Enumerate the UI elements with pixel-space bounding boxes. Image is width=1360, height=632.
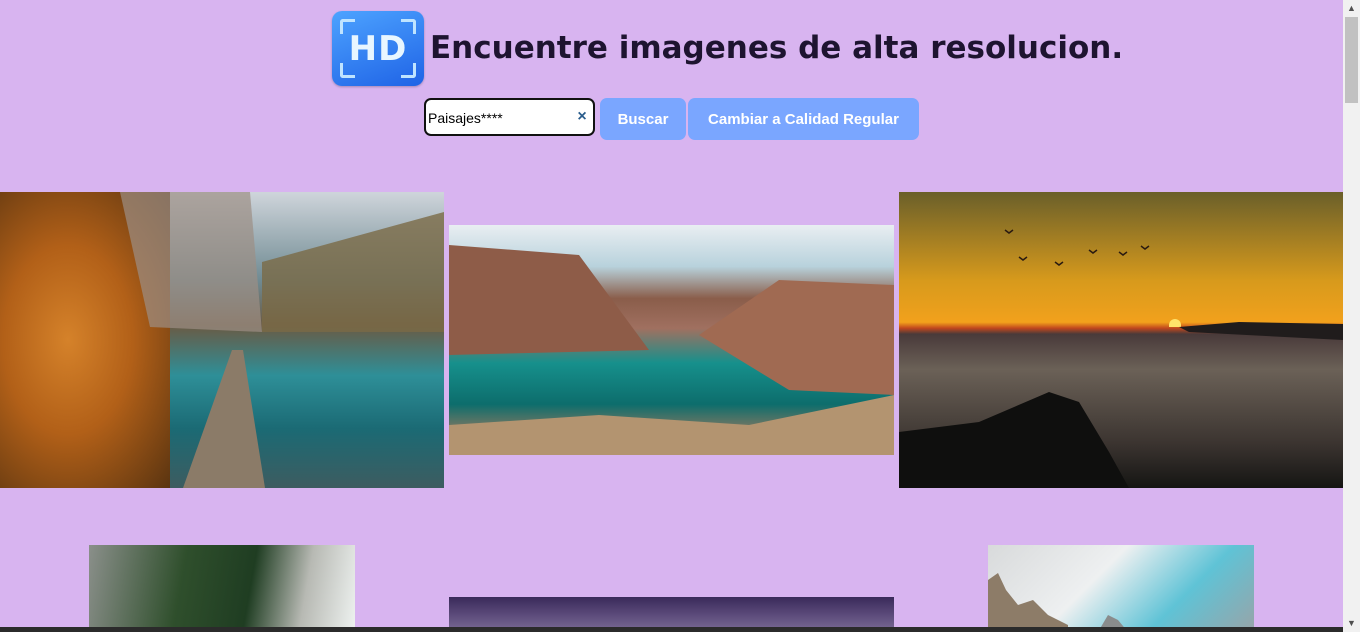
scroll-up-icon[interactable]: ▲ xyxy=(1343,0,1360,17)
headland xyxy=(1179,322,1343,340)
change-quality-button[interactable]: Cambiar a Calidad Regular xyxy=(688,98,919,140)
taskbar-strip xyxy=(0,627,1343,632)
logo-text: HD xyxy=(348,29,408,69)
fjord-turquoise-water-photo[interactable] xyxy=(449,225,894,455)
rocky-peaks-clouds-photo[interactable] xyxy=(988,545,1254,632)
fjord-drawing xyxy=(449,245,894,455)
mountain xyxy=(262,212,444,332)
peaks-drawing xyxy=(988,573,1128,632)
forest-waterfall-photo[interactable] xyxy=(89,545,355,632)
foreground-hill xyxy=(449,395,894,455)
search-button[interactable]: Buscar xyxy=(600,98,686,140)
rock-spire xyxy=(988,573,1068,632)
search-input[interactable] xyxy=(428,109,574,127)
autumn-lake-pier-photo[interactable] xyxy=(0,192,444,488)
right-cliff xyxy=(699,280,894,395)
clear-search-icon[interactable]: × xyxy=(575,109,589,125)
page: HD Encuentre imagenes de alta resolucion… xyxy=(0,0,1343,632)
palm-silhouette xyxy=(899,392,1129,488)
birds xyxy=(1004,229,1150,266)
wooden-pier xyxy=(183,350,265,488)
pier-drawing xyxy=(120,192,444,488)
left-cliff xyxy=(449,245,649,355)
sunset-over-sea-with-birds-photo[interactable] xyxy=(899,192,1343,488)
page-title: Encuentre imagenes de alta resolucion. xyxy=(430,30,1124,66)
sunset-drawing xyxy=(899,229,1343,488)
hd-logo-icon: HD xyxy=(332,11,424,86)
scroll-thumb[interactable] xyxy=(1345,17,1358,103)
search-field[interactable]: × xyxy=(424,98,595,136)
cliff xyxy=(120,192,262,332)
vertical-scrollbar[interactable]: ▲ ▼ xyxy=(1343,0,1360,632)
scroll-down-icon[interactable]: ▼ xyxy=(1343,615,1360,632)
